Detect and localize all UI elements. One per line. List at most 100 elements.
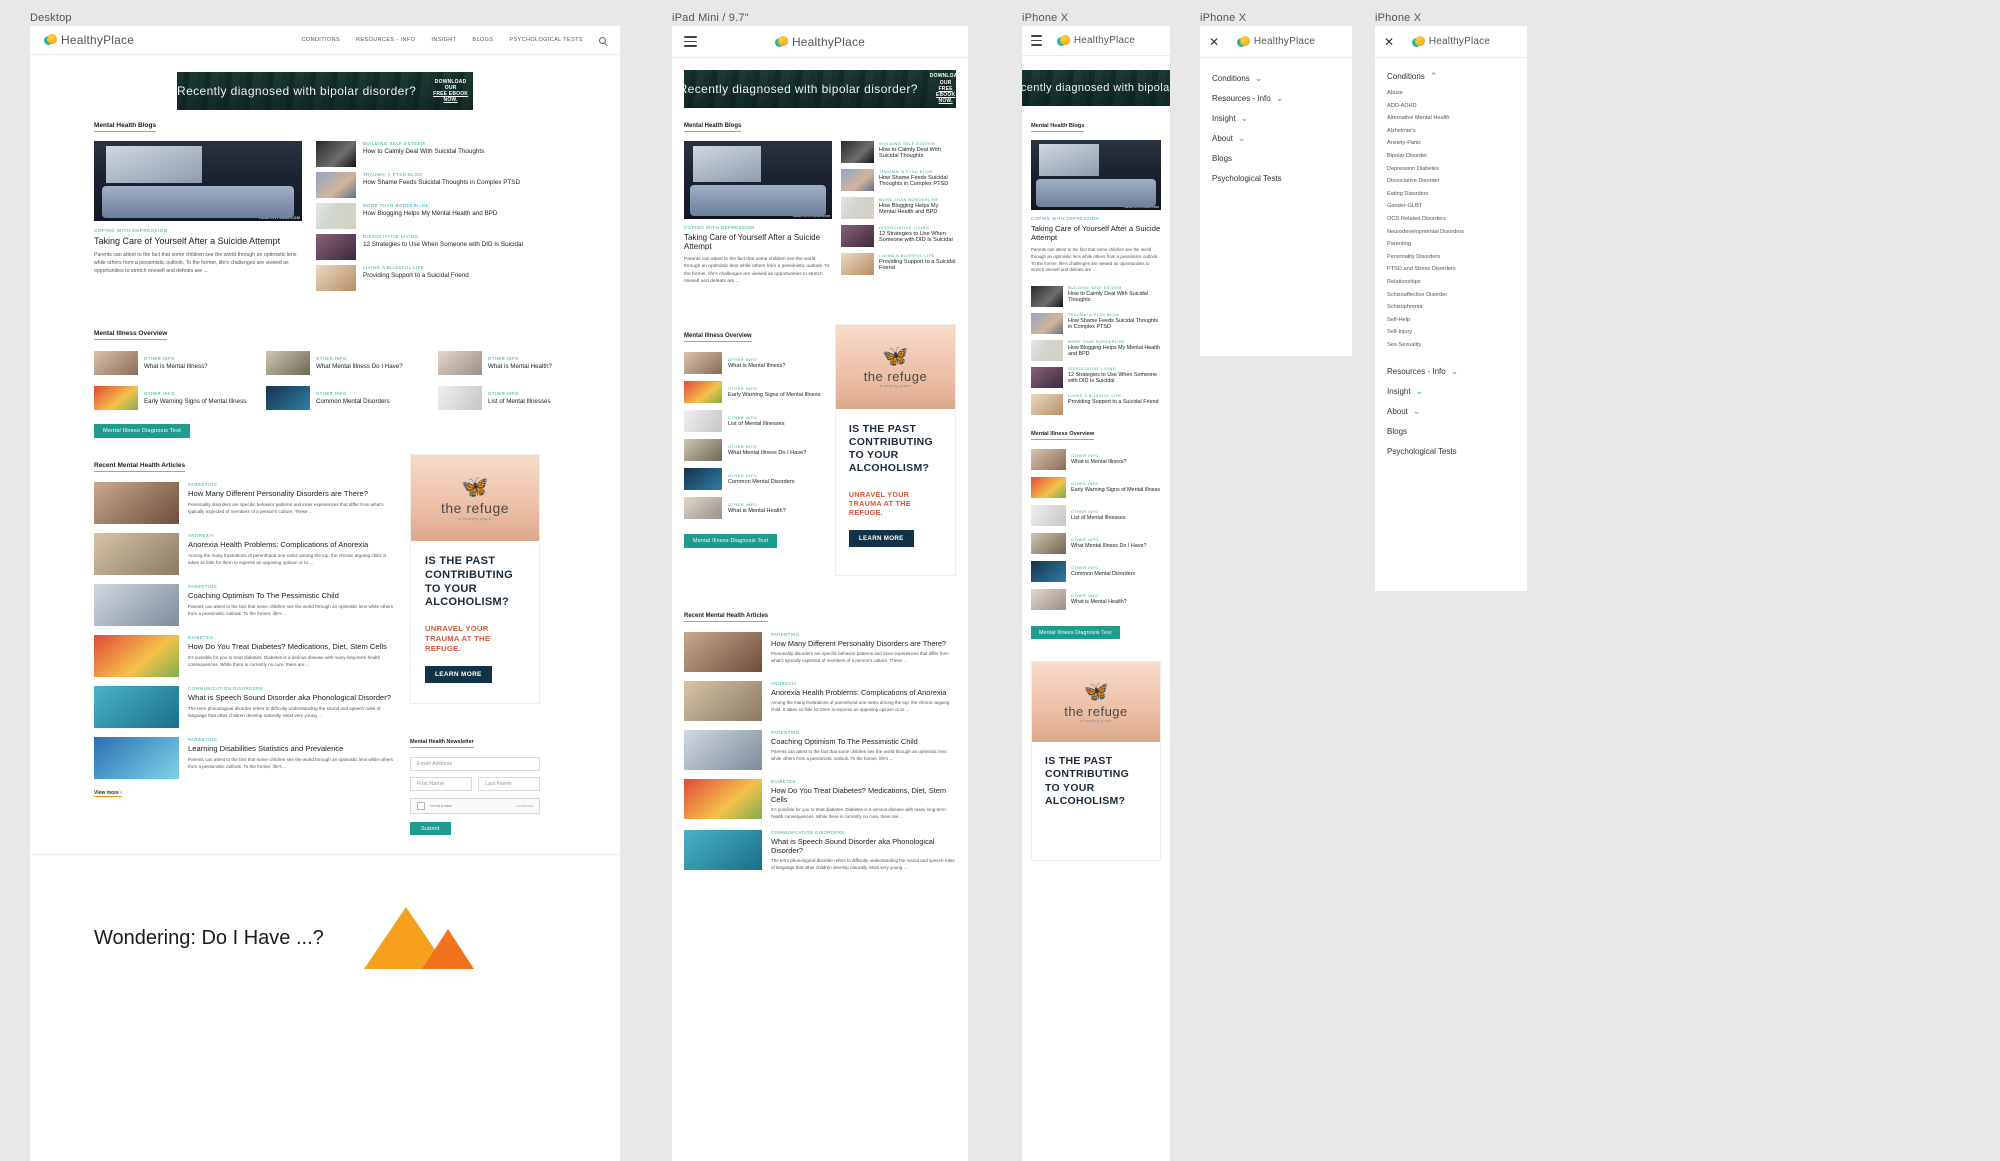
- menu-item-conditions[interactable]: Conditions ⌄: [1212, 74, 1340, 84]
- menu-item-insight[interactable]: Insight ⌄: [1387, 386, 1515, 396]
- blog-title[interactable]: Providing Support to a Suicidal Friend: [363, 272, 594, 279]
- list-item[interactable]: OTHER INFO Early Warning Signs of Mental…: [684, 381, 823, 403]
- hamburger-menu-icon[interactable]: [684, 36, 697, 47]
- close-icon[interactable]: ✕: [1384, 36, 1394, 48]
- article-row[interactable]: DIABETES How Do You Treat Diabetes? Medi…: [94, 635, 394, 677]
- featured-article[interactable]: HEALTHYPLACE.COM COPING WITH DEPRESSION …: [684, 141, 832, 286]
- sub-item-personality-disorders[interactable]: Personality Disorders: [1387, 254, 1515, 260]
- refuge-ad[interactable]: 🦋 the refuge a healing place IS THE PAST…: [834, 324, 956, 576]
- list-item[interactable]: TRAUMA! A PTSD BLOG How Shame Feeds Suic…: [316, 172, 594, 198]
- menu-item-about[interactable]: About ⌄: [1212, 134, 1340, 144]
- list-item[interactable]: MORE THAN BORDERLINE How Blogging Helps …: [841, 197, 956, 219]
- sub-item-eating-disorders[interactable]: Eating Disorders: [1387, 191, 1515, 197]
- list-item[interactable]: OTHER INFO What is Mental Illness?: [684, 352, 823, 374]
- overview-title[interactable]: Early Warning Signs of Mental Illness: [728, 392, 820, 398]
- overview-title[interactable]: List of Mental Illnesses: [728, 421, 785, 427]
- banner-cta[interactable]: DOWNLOAD OUR FREE EBOOK NOW.: [428, 79, 473, 104]
- refuge-ad[interactable]: 🦋 the refuge a healing place IS THE PAST…: [410, 454, 540, 704]
- banner-cta[interactable]: DOWNLOAD OUR FREE EBOOK NOW.: [930, 73, 956, 104]
- article-title[interactable]: Anorexia Health Problems: Complications …: [771, 688, 956, 697]
- featured-title[interactable]: Taking Care of Yourself After a Suicide …: [94, 236, 302, 246]
- list-item[interactable]: OTHER INFO What is Mental Health?: [684, 497, 823, 519]
- article-title[interactable]: What is Speech Sound Disorder aka Phonol…: [188, 693, 394, 702]
- sub-item-alternative-mental-health[interactable]: Alternative Mental Health: [1387, 115, 1515, 121]
- sub-item-dissociative-disorder[interactable]: Dissociative Disorder: [1387, 178, 1515, 184]
- blog-title[interactable]: How Shame Feeds Suicidal Thoughts in Com…: [363, 179, 594, 186]
- last-name-field[interactable]: Last Name: [485, 781, 512, 787]
- chevron-down-icon[interactable]: ⌄: [1255, 74, 1263, 83]
- refuge-ad[interactable]: 🦋 the refuge a healing place IS THE PAST…: [1031, 661, 1161, 862]
- sub-item-schizoaffective-disorder[interactable]: Schizoaffective Disorder: [1387, 292, 1515, 298]
- blog-title[interactable]: How Blogging Helps My Mental Health and …: [1068, 345, 1161, 357]
- list-item[interactable]: OTHER INFO What Mental Illness Do I Have…: [684, 439, 823, 461]
- site-logo[interactable]: HealthyPlace: [1411, 35, 1490, 48]
- sub-item-abuse[interactable]: Abuse: [1387, 90, 1515, 96]
- overview-title[interactable]: What is Mental Illness?: [1071, 459, 1126, 465]
- article-row[interactable]: PARENTING Learning Disabilities Statisti…: [94, 737, 394, 779]
- list-item[interactable]: OTHER INFO List of Mental Illnesses: [1031, 505, 1161, 527]
- chevron-down-icon[interactable]: ⌄: [1276, 94, 1284, 103]
- overview-title[interactable]: What Mental Illness Do I Have?: [316, 363, 403, 370]
- first-name-field[interactable]: First Name: [417, 781, 444, 787]
- overview-title[interactable]: List of Mental Illnesses: [488, 398, 551, 405]
- recaptcha-checkbox[interactable]: [417, 802, 425, 810]
- blog-title[interactable]: 12 Strategies to Use When Someone with D…: [1068, 372, 1161, 384]
- blog-title[interactable]: How to Calmly Deal With Suicidal Thought…: [363, 148, 594, 155]
- overview-title[interactable]: Early Warning Signs of Mental Illness: [1071, 487, 1160, 493]
- article-title[interactable]: How Many Different Personality Disorders…: [771, 639, 956, 648]
- refuge-learn-more-button[interactable]: LEARN MORE: [425, 665, 492, 683]
- article-title[interactable]: How Do You Treat Diabetes? Medications, …: [771, 786, 956, 804]
- article-row[interactable]: DIABETES How Do You Treat Diabetes? Medi…: [684, 779, 956, 821]
- refuge-learn-more-button[interactable]: LEARN MORE: [848, 529, 914, 547]
- diagnosis-test-button[interactable]: Mental Illness Diagnosis Test: [1031, 626, 1120, 640]
- featured-article-image[interactable]: HEALTHYPLACE.COM: [1031, 140, 1161, 210]
- sub-item-anxiety-panic[interactable]: Anxiety-Panic: [1387, 140, 1515, 146]
- article-row[interactable]: PARENTING Coaching Optimism To The Pessi…: [94, 584, 394, 626]
- ebook-banner-ad[interactable]: Recently diagnosed with bipolar disorder…: [684, 70, 956, 108]
- view-more-link[interactable]: View more ›: [94, 790, 122, 797]
- list-item[interactable]: TRAUMA! A PTSD BLOG How Shame Feeds Suic…: [1031, 313, 1161, 335]
- overview-title[interactable]: Common Mental Disorders: [728, 479, 795, 485]
- menu-item-insight[interactable]: Insight ⌄: [1212, 114, 1340, 124]
- article-row[interactable]: PARENTING Coaching Optimism To The Pessi…: [684, 730, 956, 770]
- list-item[interactable]: OTHER INFO Early Warning Signs of Mental…: [1031, 477, 1161, 499]
- site-logo[interactable]: HealthyPlace: [1056, 34, 1135, 47]
- menu-item-conditions[interactable]: Conditions ⌃: [1387, 72, 1515, 82]
- sub-item-depression-diabetes[interactable]: Depression Diabetes: [1387, 166, 1515, 172]
- diagnosis-test-button[interactable]: Mental Illness Diagnosis Test: [94, 424, 190, 438]
- blog-title[interactable]: How Shame Feeds Suicidal Thoughts in Com…: [1068, 318, 1161, 330]
- blog-title[interactable]: How to Calmly Deal With Suicidal Thought…: [1068, 291, 1161, 303]
- list-item[interactable]: OTHER INFO What is Mental Health?: [438, 351, 594, 375]
- ebook-banner-ad[interactable]: Recently diagnosed with bipolar disorder…: [1022, 70, 1170, 106]
- sub-item-gender-glbt[interactable]: Gender-GLBT: [1387, 203, 1515, 209]
- ebook-banner-ad[interactable]: Recently diagnosed with bipolar disorder…: [177, 72, 473, 110]
- chevron-down-icon[interactable]: ⌄: [1413, 406, 1421, 416]
- list-item[interactable]: BUILDING SELF ESTEEM How to Calmly Deal …: [1031, 286, 1161, 308]
- menu-item-blogs[interactable]: Blogs: [1212, 154, 1340, 163]
- search-icon[interactable]: [599, 36, 606, 44]
- menu-item-resources-info[interactable]: Resources - Info ⌄: [1212, 94, 1340, 104]
- list-item[interactable]: OTHER INFO What Mental Illness Do I Have…: [266, 351, 422, 375]
- newsletter-submit-button[interactable]: Submit: [410, 822, 451, 835]
- nav-item-blogs[interactable]: BLOGS: [472, 37, 493, 43]
- blog-title[interactable]: Providing Support to a Suicidal Friend: [1068, 399, 1161, 405]
- nav-item-insight[interactable]: INSIGHT: [431, 37, 456, 43]
- nav-item-conditions[interactable]: CONDITIONS: [302, 37, 341, 43]
- article-row[interactable]: PARENTING How Many Different Personality…: [94, 482, 394, 524]
- article-title[interactable]: How Many Different Personality Disorders…: [188, 489, 394, 498]
- list-item[interactable]: LIVING A BLISSFUL LIFE Providing Support…: [841, 253, 956, 275]
- diagnosis-test-button[interactable]: Mental Illness Diagnosis Test: [684, 534, 778, 548]
- featured-title[interactable]: Taking Care of Yourself After a Suicide …: [1031, 224, 1161, 242]
- list-item[interactable]: BUILDING SELF ESTEEM How to Calmly Deal …: [841, 141, 956, 163]
- overview-title[interactable]: What Mental Illness Do I Have?: [1071, 543, 1147, 549]
- article-title[interactable]: Coaching Optimism To The Pessimistic Chi…: [771, 737, 956, 746]
- sub-item-schizophrenia[interactable]: Schizophrenia: [1387, 304, 1515, 310]
- list-item[interactable]: LIVING A BLISSFUL LIFE Providing Support…: [316, 265, 594, 291]
- featured-title[interactable]: Taking Care of Yourself After a Suicide …: [684, 233, 832, 251]
- featured-article[interactable]: HEALTHYPLACE.COM COPING WITH DEPRESSION …: [94, 141, 302, 291]
- sub-item-self-injury[interactable]: Self-Injury: [1387, 329, 1515, 335]
- chevron-down-icon[interactable]: ⌄: [1451, 366, 1459, 376]
- chevron-down-icon[interactable]: ⌄: [1416, 386, 1424, 396]
- close-icon[interactable]: ✕: [1209, 36, 1219, 48]
- list-item[interactable]: OTHER INFO What is Mental Health?: [1031, 589, 1161, 611]
